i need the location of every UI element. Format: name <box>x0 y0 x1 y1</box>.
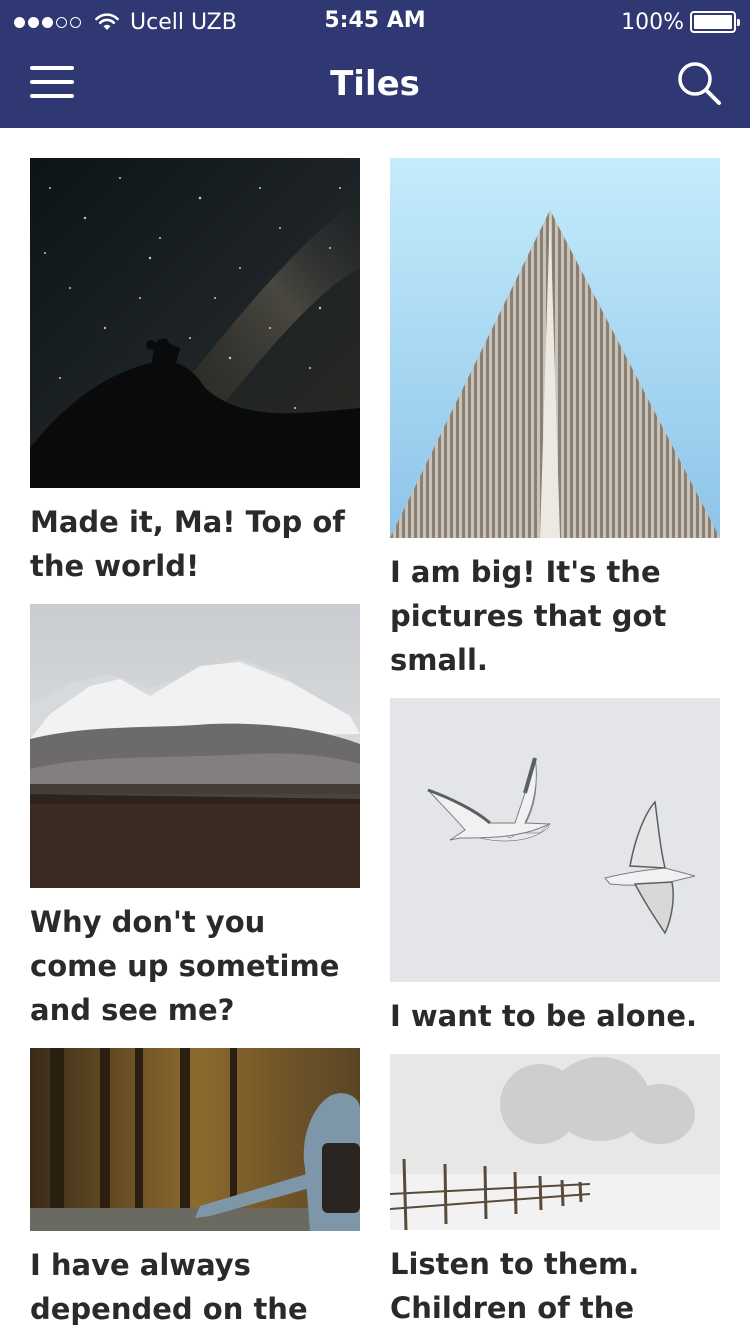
tile-caption: I am big! It's the pictures that got sma… <box>390 555 667 677</box>
tile-caption: I want to be alone. <box>390 999 698 1033</box>
tiles-column-right: I am big! It's the pictures that got sma… <box>390 158 720 1334</box>
tile-card[interactable]: Why don't you come up sometime and see m… <box>30 604 360 1032</box>
mountain-image <box>30 604 360 888</box>
status-right: 100% <box>621 8 740 36</box>
header: Ucell UZB 5:45 AM 100% Tiles <box>0 0 750 128</box>
tile-caption: Listen to them. Children of the night. <box>390 1247 640 1325</box>
tiles-column-left: Made it, Ma! Top of the world! Why don't… <box>30 158 360 1334</box>
page-title: Tiles <box>330 64 420 104</box>
tile-card[interactable]: I want to be alone. <box>390 698 720 1038</box>
search-icon[interactable] <box>676 60 722 106</box>
tile-card[interactable]: Listen to them. Children of the night. <box>390 1054 720 1334</box>
night-sky-image <box>30 158 360 488</box>
tile-card[interactable]: Made it, Ma! Top of the world! <box>30 158 360 588</box>
tiles-grid: Made it, Ma! Top of the world! Why don't… <box>0 128 750 1334</box>
tile-caption: Why don't you come up sometime and see m… <box>30 905 340 1027</box>
seagulls-image <box>390 698 720 982</box>
navigation-bar: Tiles <box>0 42 750 128</box>
snowy-fence-image <box>390 1054 720 1230</box>
battery-icon <box>690 11 740 33</box>
status-bar: Ucell UZB 5:45 AM 100% <box>0 0 750 42</box>
skyscraper-image <box>390 158 720 538</box>
tile-caption: I have always depended on the <box>30 1248 308 1326</box>
tile-caption: Made it, Ma! Top of the world! <box>30 505 345 583</box>
tile-card[interactable]: I have always depended on the <box>30 1048 360 1331</box>
tile-card[interactable]: I am big! It's the pictures that got sma… <box>390 158 720 682</box>
battery-percent: 100% <box>621 9 684 35</box>
hitchhiker-image <box>30 1048 360 1231</box>
